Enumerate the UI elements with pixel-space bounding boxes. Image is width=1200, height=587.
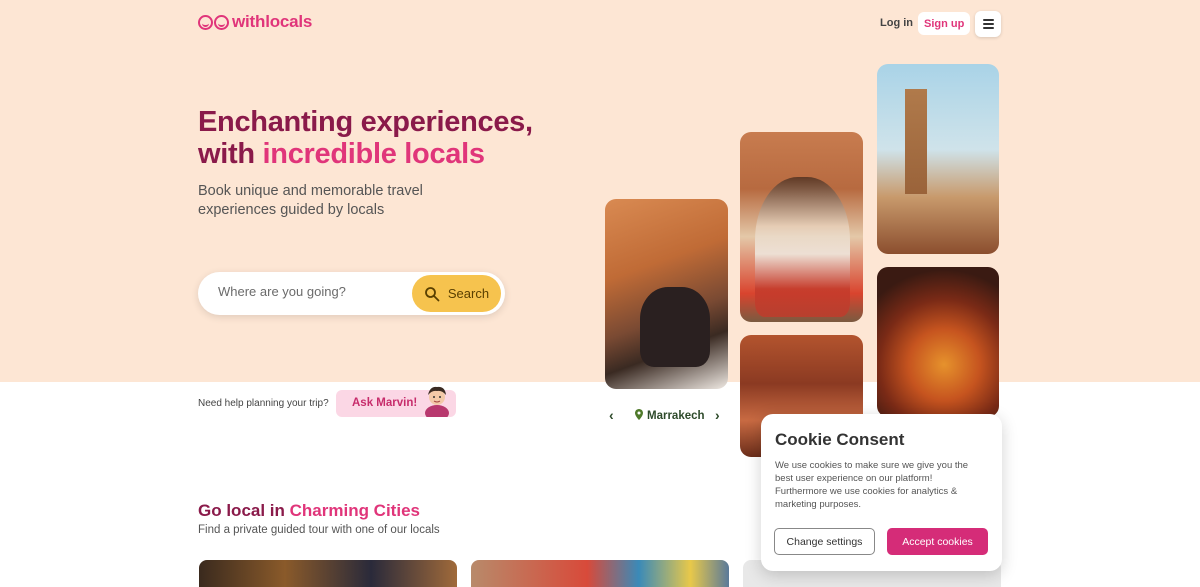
- ask-marvin-label: Ask Marvin!: [352, 397, 418, 409]
- logo-icon: [198, 14, 229, 30]
- chevron-right-icon[interactable]: ›: [715, 407, 720, 423]
- ask-marvin-button[interactable]: Ask Marvin!: [336, 386, 456, 417]
- search-icon: [424, 286, 440, 301]
- section-subtitle: Find a private guided tour with one of o…: [198, 524, 440, 536]
- login-link[interactable]: Log in: [880, 17, 913, 29]
- logo-text: withlocals: [232, 12, 313, 31]
- city-name: Marrakech: [647, 410, 705, 422]
- marvin-avatar-icon: [425, 386, 449, 417]
- accept-cookies-button[interactable]: Accept cookies: [887, 528, 988, 555]
- search-button[interactable]: Search: [412, 275, 501, 312]
- city-card[interactable]: [471, 560, 729, 587]
- map-pin-icon: [635, 409, 643, 420]
- help-text: Need help planning your trip?: [198, 398, 329, 409]
- hero-title: Enchanting experiences, with incredible …: [198, 106, 533, 170]
- photo-carved-wall: [605, 199, 728, 389]
- cookie-title: Cookie Consent: [775, 430, 905, 449]
- photo-koutoubia-minaret: [877, 64, 999, 254]
- photo-travelers-street: [740, 132, 863, 322]
- signup-button[interactable]: Sign up: [918, 12, 971, 35]
- cookie-text: We use cookies to make sure we give you …: [775, 460, 969, 510]
- hamburger-icon: [982, 19, 994, 21]
- destination-search-input[interactable]: [218, 284, 398, 299]
- city-card[interactable]: [199, 560, 457, 587]
- city-carousel-nav: ‹ Marrakech ›: [605, 405, 728, 427]
- search-button-label: Search: [447, 286, 490, 301]
- menu-button[interactable]: [975, 11, 1001, 37]
- photo-tagine: [877, 267, 999, 417]
- cookie-consent-dialog: Cookie Consent We use cookies to make su…: [761, 414, 1002, 571]
- change-settings-button[interactable]: Change settings: [774, 528, 875, 555]
- section-title: Go local in Charming Cities: [198, 501, 420, 520]
- hero-background: [0, 0, 1200, 382]
- logo[interactable]: withlocals: [198, 12, 312, 32]
- hero-subtitle: Book unique and memorable travel experie…: [198, 183, 423, 218]
- chevron-left-icon[interactable]: ‹: [609, 407, 614, 423]
- search-bar: Search: [198, 272, 505, 315]
